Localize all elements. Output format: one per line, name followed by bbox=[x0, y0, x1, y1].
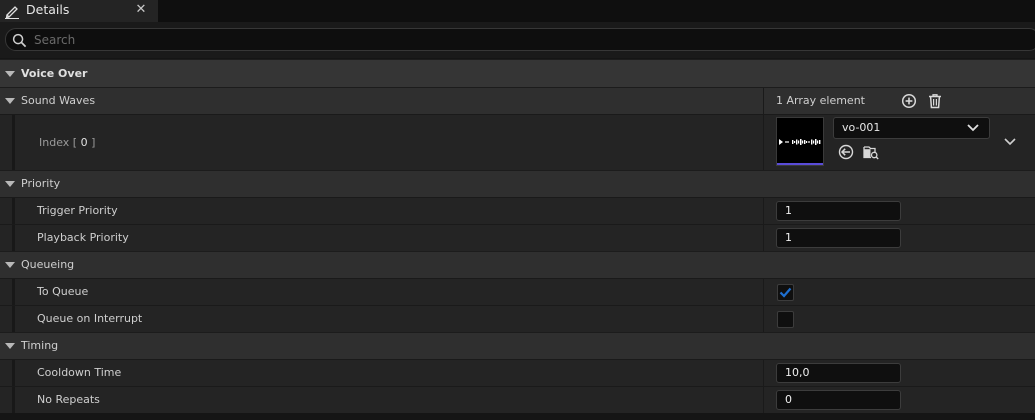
array-count: 1 Array element bbox=[776, 94, 865, 107]
chevron-down-icon[interactable] bbox=[5, 262, 15, 268]
indent-bar bbox=[12, 198, 15, 224]
indent-bar bbox=[12, 115, 15, 170]
property-label: Playback Priority bbox=[37, 231, 129, 244]
checkmark-icon bbox=[779, 287, 792, 298]
thumbnail-color-bar bbox=[777, 163, 823, 165]
search-input[interactable] bbox=[34, 31, 1014, 48]
indent-bar bbox=[12, 360, 15, 386]
no-repeats-field[interactable]: 0 bbox=[776, 390, 901, 410]
chevron-down-icon[interactable] bbox=[966, 122, 980, 134]
use-selected-asset-icon[interactable] bbox=[838, 144, 854, 160]
trigger-priority-field[interactable]: 1 bbox=[776, 201, 901, 221]
chevron-down-icon[interactable] bbox=[5, 98, 15, 104]
property-queue-on-interrupt: Queue on Interrupt bbox=[0, 305, 1035, 332]
property-cooldown-time: Cooldown Time 10,0 bbox=[0, 359, 1035, 386]
column-divider[interactable] bbox=[763, 115, 764, 170]
category-priority[interactable]: Priority bbox=[0, 170, 1035, 197]
property-label: Sound Waves bbox=[21, 94, 96, 107]
category-label: Timing bbox=[21, 339, 59, 352]
property-sound-waves: Sound Waves 1 Array element bbox=[0, 87, 1035, 114]
search-bar bbox=[0, 22, 1035, 58]
asset-picker-combo[interactable]: vo-001 bbox=[833, 117, 990, 139]
property-no-repeats: No Repeats 0 bbox=[0, 386, 1035, 413]
column-divider[interactable] bbox=[763, 198, 764, 224]
tab-title: Details bbox=[26, 2, 70, 17]
column-divider[interactable] bbox=[763, 88, 764, 114]
indent-bar bbox=[12, 279, 15, 305]
property-label: To Queue bbox=[37, 285, 89, 298]
tab-bar: Details ✕ bbox=[0, 0, 1035, 22]
property-label: Trigger Priority bbox=[37, 204, 118, 217]
category-label: Priority bbox=[21, 177, 61, 190]
waveform-icon bbox=[779, 139, 821, 145]
to-queue-checkbox[interactable] bbox=[777, 284, 794, 301]
search-icon bbox=[12, 33, 27, 48]
property-trigger-priority: Trigger Priority 1 bbox=[0, 197, 1035, 224]
add-element-icon[interactable] bbox=[901, 93, 917, 109]
category-timing[interactable]: Timing bbox=[0, 332, 1035, 359]
category-voice-over[interactable]: Voice Over bbox=[0, 59, 1035, 87]
property-label: Queue on Interrupt bbox=[37, 312, 143, 325]
property-label: Cooldown Time bbox=[37, 366, 122, 379]
pencil-icon bbox=[5, 6, 19, 19]
panel-bottom bbox=[0, 413, 1035, 420]
indent-bar bbox=[12, 306, 15, 332]
browse-asset-icon[interactable] bbox=[863, 144, 879, 160]
category-queueing[interactable]: Queueing bbox=[0, 251, 1035, 278]
tab-details[interactable]: Details ✕ bbox=[0, 0, 158, 22]
playback-priority-field[interactable]: 1 bbox=[776, 228, 901, 248]
category-label: Queueing bbox=[21, 258, 75, 271]
indent-bar bbox=[12, 225, 15, 251]
column-divider[interactable] bbox=[763, 225, 764, 251]
search-box bbox=[5, 28, 1035, 51]
property-to-queue: To Queue bbox=[0, 278, 1035, 305]
close-icon[interactable]: ✕ bbox=[134, 2, 148, 18]
trash-icon[interactable] bbox=[927, 93, 943, 109]
index-label: Index [ 0 ] bbox=[39, 136, 96, 149]
chevron-down-icon[interactable] bbox=[5, 343, 15, 349]
column-divider[interactable] bbox=[763, 360, 764, 386]
queue-on-interrupt-checkbox[interactable] bbox=[777, 311, 794, 328]
chevron-down-icon[interactable] bbox=[5, 71, 15, 77]
column-divider[interactable] bbox=[763, 279, 764, 305]
category-label: Voice Over bbox=[21, 67, 88, 80]
column-divider[interactable] bbox=[763, 387, 764, 413]
property-playback-priority: Playback Priority 1 bbox=[0, 224, 1035, 251]
cooldown-time-field[interactable]: 10,0 bbox=[776, 363, 901, 383]
chevron-down-icon[interactable] bbox=[5, 181, 15, 187]
asset-name: vo-001 bbox=[842, 121, 881, 134]
indent-bar bbox=[12, 387, 15, 413]
property-label: No Repeats bbox=[37, 393, 100, 406]
column-divider[interactable] bbox=[763, 306, 764, 332]
expand-chevron-icon[interactable] bbox=[1002, 134, 1018, 150]
sound-wave-thumbnail[interactable] bbox=[776, 117, 824, 166]
